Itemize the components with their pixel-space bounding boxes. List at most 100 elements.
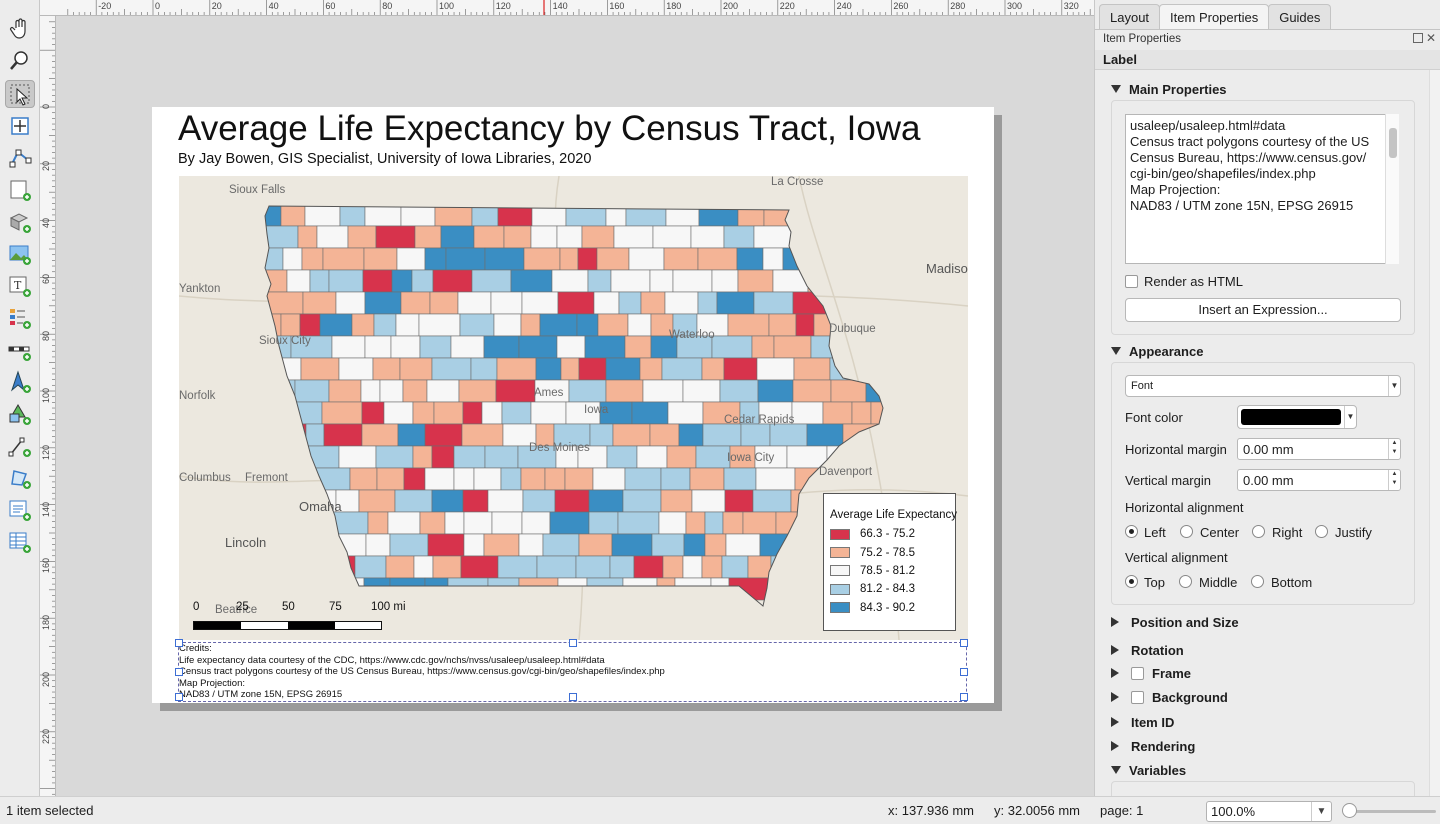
position-size-header[interactable]: Position and Size — [1111, 615, 1239, 630]
census-tract — [539, 313, 578, 337]
resize-handle[interactable] — [175, 693, 183, 701]
add-legend-button[interactable] — [5, 304, 35, 332]
legend[interactable]: Average Life Expectancy 66.3 - 75.2 75.2 … — [823, 493, 957, 631]
add-map-button[interactable] — [5, 176, 35, 204]
census-tract — [565, 206, 607, 227]
chevron-down-icon[interactable]: ▼ — [1388, 376, 1400, 396]
float-panel-icon[interactable] — [1413, 33, 1423, 43]
align-right-radio[interactable] — [1252, 525, 1265, 538]
align-top-radio[interactable] — [1125, 575, 1138, 588]
census-tract — [605, 379, 644, 403]
frame-header[interactable]: Frame — [1111, 666, 1191, 681]
tab-guides[interactable]: Guides — [1268, 4, 1332, 29]
font-color-button[interactable]: ▼ — [1237, 405, 1357, 429]
layout-canvas[interactable]: Average Life Expectancy by Census Tract,… — [56, 16, 1094, 796]
spinner-arrows-icon[interactable]: ▲ ▼ — [1388, 439, 1400, 459]
census-tract — [584, 335, 626, 359]
add-picture-button[interactable] — [5, 240, 35, 268]
label-text-line: usaleep/usaleep.html#data — [1130, 118, 1286, 133]
add-html-button[interactable] — [5, 496, 35, 524]
add-polyline-button[interactable] — [5, 432, 35, 460]
add-shape-button[interactable] — [5, 400, 35, 428]
map-title[interactable]: Average Life Expectancy by Census Tract,… — [178, 109, 921, 149]
text-scrollbar[interactable] — [1385, 114, 1399, 264]
font-color-label: Font color — [1125, 410, 1183, 425]
census-tract — [588, 489, 624, 513]
chevron-down-icon[interactable]: ▼ — [1311, 802, 1331, 821]
align-center-radio[interactable] — [1180, 525, 1193, 538]
tab-item-properties[interactable]: Item Properties — [1159, 4, 1270, 29]
select-tool-button[interactable] — [5, 80, 35, 108]
credits-line: Map Projection: — [179, 678, 246, 689]
label-text-editor[interactable]: usaleep/usaleep.html#data Census tract p… — [1125, 114, 1399, 264]
add-polygon-button[interactable] — [5, 464, 35, 492]
rendering-header[interactable]: Rendering — [1111, 739, 1195, 754]
census-tract — [770, 555, 807, 579]
edit-nodes-button[interactable] — [5, 144, 35, 172]
census-tract — [728, 577, 770, 601]
close-icon[interactable]: ✕ — [1426, 31, 1436, 45]
zoom-tool-button[interactable] — [5, 47, 35, 75]
horizontal-ruler[interactable]: -20 0 20 40 60 80 100 120 140 160 180 200 220 240 260 2… — [40, 0, 1094, 16]
align-middle-radio[interactable] — [1179, 575, 1192, 588]
item-id-header[interactable]: Item ID — [1111, 715, 1174, 730]
resize-handle[interactable] — [175, 639, 183, 647]
vertical-ruler[interactable]: 0 20 40 60 80 100 120 140 160 180 200 220 — [40, 16, 56, 796]
background-checkbox[interactable] — [1131, 691, 1144, 704]
layout-page[interactable]: Average Life Expectancy by Census Tract,… — [152, 107, 994, 703]
background-header[interactable]: Background — [1111, 690, 1228, 705]
resize-handle[interactable] — [175, 668, 183, 676]
zoom-combobox[interactable]: 100.0% ▼ — [1206, 801, 1332, 822]
vertical-margin-input[interactable]: 0.00 mm ▲ ▼ — [1237, 469, 1401, 491]
align-left-radio[interactable] — [1125, 525, 1138, 538]
add-label-button[interactable]: T — [5, 272, 35, 300]
census-tract — [389, 533, 429, 557]
add-north-arrow-button[interactable] — [5, 368, 35, 396]
main-properties-header[interactable]: Main Properties — [1111, 82, 1227, 97]
spinner-arrows-icon[interactable]: ▲ ▼ — [1388, 470, 1400, 490]
zoom-slider[interactable] — [1348, 810, 1436, 813]
census-tract — [379, 379, 404, 403]
variables-header[interactable]: Variables — [1111, 763, 1186, 778]
frame-checkbox[interactable] — [1131, 667, 1144, 680]
resize-handle[interactable] — [569, 693, 577, 701]
horizontal-margin-input[interactable]: 0.00 mm ▲ ▼ — [1237, 438, 1401, 460]
census-tract — [827, 225, 861, 249]
add-polygon-icon — [11, 470, 31, 489]
rotation-header[interactable]: Rotation — [1111, 643, 1184, 658]
census-tract — [493, 313, 522, 337]
resize-handle[interactable] — [960, 639, 968, 647]
tab-layout[interactable]: Layout — [1099, 4, 1161, 29]
census-tract — [364, 335, 392, 359]
census-tract — [495, 379, 536, 403]
panel-scrollbar[interactable] — [1429, 70, 1440, 796]
resize-handle[interactable] — [960, 668, 968, 676]
map-item[interactable]: Sioux Falls La Crosse Madison Yankton Sioux … — [179, 176, 968, 640]
render-html-checkbox[interactable] — [1125, 275, 1138, 288]
resize-handle[interactable] — [569, 639, 577, 647]
insert-expression-button[interactable]: Insert an Expression... — [1125, 298, 1401, 322]
census-tract — [412, 401, 435, 425]
align-justify-radio[interactable] — [1315, 525, 1328, 538]
census-tract — [885, 226, 922, 248]
chevron-down-icon[interactable]: ▼ — [1344, 406, 1356, 428]
zoom-value[interactable]: 100.0% — [1211, 804, 1255, 819]
font-dropdown[interactable]: Font ▼ — [1125, 375, 1401, 397]
scale-bar[interactable]: 0 25 50 75 100 mi — [193, 601, 406, 633]
add-attribute-table-button[interactable] — [5, 528, 35, 556]
zoom-slider-handle[interactable] — [1342, 803, 1357, 818]
move-content-button[interactable] — [5, 112, 35, 140]
pan-tool-button[interactable] — [5, 15, 35, 43]
add-3d-map-button[interactable] — [5, 208, 35, 236]
census-tract — [751, 335, 775, 359]
appearance-header[interactable]: Appearance — [1111, 344, 1203, 359]
census-tract — [265, 401, 283, 425]
properties-scroll-area[interactable]: Main Properties usaleep/usaleep.html#dat… — [1095, 70, 1440, 796]
panel-tabs: Layout Item Properties Guides — [1099, 4, 1332, 29]
align-bottom-radio[interactable] — [1251, 575, 1264, 588]
resize-handle[interactable] — [960, 693, 968, 701]
add-scalebar-button[interactable] — [5, 336, 35, 364]
credits-label[interactable]: Credits: Life expectancy data courtesy o… — [175, 639, 968, 702]
scrollbar-thumb[interactable] — [1389, 128, 1397, 158]
map-subtitle[interactable]: By Jay Bowen, GIS Specialist, University… — [178, 151, 591, 167]
